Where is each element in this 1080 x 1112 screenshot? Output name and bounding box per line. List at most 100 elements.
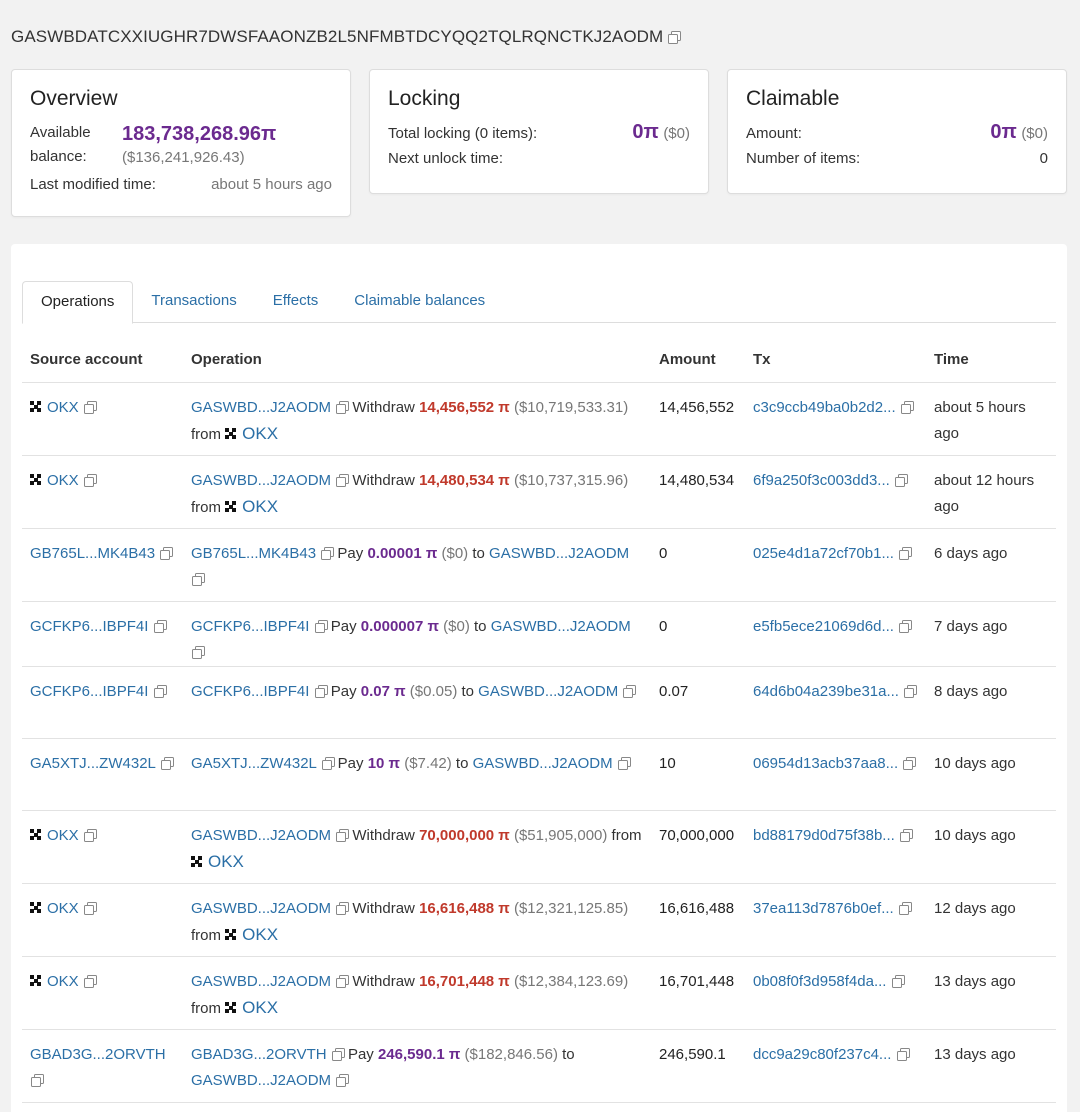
operation-target-link[interactable]: GASWBD...J2AODM [491, 618, 631, 635]
operation-account-link[interactable]: GASWBD...J2AODM [191, 827, 331, 844]
copy-icon[interactable] [153, 620, 167, 634]
copy-icon[interactable] [335, 902, 350, 916]
tab-transactions[interactable]: Transactions [133, 281, 254, 323]
operation-cell: GBAD3G...2ORVTH Pay 246,590.1 π ($182,84… [183, 1029, 651, 1103]
tx-hash-link[interactable]: dcc9a29c80f237c4... [753, 1046, 891, 1063]
copy-icon[interactable] [153, 685, 167, 699]
source-account-link[interactable]: OKX [47, 900, 79, 917]
tx-hash-link[interactable]: 06954d13acb37aa8... [753, 755, 898, 772]
copy-icon[interactable] [314, 620, 328, 634]
claimable-amount-value: 0π [990, 121, 1017, 143]
source-account-link[interactable]: GCFKP6...IBPF4I [30, 618, 148, 635]
operation-target-link[interactable]: OKX [242, 998, 278, 1017]
table-row: OKX GASWBD...J2AODM Withdraw 70,000,000 … [22, 810, 1056, 884]
tx-hash-link[interactable]: 37ea113d7876b0ef... [753, 900, 894, 917]
operation-account-link[interactable]: GCFKP6...IBPF4I [191, 618, 309, 635]
copy-icon[interactable] [335, 401, 350, 415]
copy-icon[interactable] [160, 757, 174, 771]
claimable-items-value: 0 [1039, 150, 1048, 167]
copy-icon[interactable] [617, 757, 631, 771]
copy-icon[interactable] [335, 1074, 350, 1088]
tx-hash-link[interactable]: c3c9ccb49ba0b2d2... [753, 399, 896, 416]
time-cell: 12 days ago [926, 883, 1056, 957]
source-account-cell: OKX [22, 956, 183, 1030]
tx-hash-link[interactable]: bd88179d0d75f38b... [753, 827, 895, 844]
source-account-link[interactable]: GA5XTJ...ZW432L [30, 755, 155, 772]
source-account-link[interactable]: GCFKP6...IBPF4I [30, 683, 148, 700]
time-cell: about 12 hours ago [926, 455, 1056, 529]
copy-icon[interactable] [902, 757, 917, 771]
operation-target-link[interactable]: OKX [242, 497, 278, 516]
copy-icon[interactable] [894, 474, 908, 488]
copy-icon[interactable] [314, 685, 328, 699]
copy-icon[interactable] [898, 902, 912, 916]
total-locking-usd: ($0) [663, 125, 690, 142]
copy-icon[interactable] [83, 975, 97, 989]
operation-target-link[interactable]: OKX [242, 424, 278, 443]
copy-icon[interactable] [320, 547, 335, 561]
operation-target-link[interactable]: OKX [242, 925, 278, 944]
copy-icon[interactable] [335, 474, 350, 488]
operation-amount: 16,616,488 π [419, 899, 510, 917]
copy-icon[interactable] [83, 474, 97, 488]
operation-account-link[interactable]: GASWBD...J2AODM [191, 973, 331, 990]
claimable-title: Claimable [746, 87, 840, 110]
tx-hash-link[interactable]: 025e4d1a72cf70b1... [753, 545, 894, 562]
copy-icon[interactable] [335, 975, 350, 989]
operation-target-link[interactable]: GASWBD...J2AODM [473, 755, 613, 772]
operation-target-link[interactable]: GASWBD...J2AODM [478, 683, 618, 700]
source-account-link[interactable]: GBAD3G...2ORVTH [30, 1046, 166, 1063]
copy-icon[interactable] [898, 620, 913, 634]
operation-account-link[interactable]: GCFKP6...IBPF4I [191, 683, 309, 700]
table-row: OKX GASWBD...J2AODM Withdraw 16,701,448 … [22, 956, 1056, 1030]
tab-claimable-balances[interactable]: Claimable balances [336, 281, 503, 323]
source-account-link[interactable]: OKX [47, 472, 79, 489]
operation-usd: ($10,719,533.31) [513, 398, 629, 416]
operation-connector: to [472, 544, 485, 562]
operation-target-link[interactable]: GASWBD...J2AODM [191, 1072, 331, 1089]
total-locking-value: 0π [632, 121, 659, 143]
operation-account-link[interactable]: GB765L...MK4B43 [191, 545, 316, 562]
tx-hash-link[interactable]: e5fb5ece21069d6d... [753, 618, 894, 635]
copy-icon[interactable] [159, 547, 174, 561]
copy-icon[interactable] [83, 829, 97, 843]
operation-account-link[interactable]: GBAD3G...2ORVTH [191, 1046, 327, 1063]
copy-icon[interactable] [83, 902, 97, 916]
source-account-link[interactable]: OKX [47, 827, 79, 844]
operation-target-link[interactable]: OKX [208, 852, 244, 871]
copy-icon[interactable] [335, 829, 350, 843]
copy-icon[interactable] [30, 1074, 44, 1088]
operation-account-link[interactable]: GASWBD...J2AODM [191, 472, 331, 489]
copy-icon[interactable] [896, 1048, 910, 1062]
copy-icon[interactable] [321, 757, 335, 771]
operation-account-link[interactable]: GASWBD...J2AODM [191, 399, 331, 416]
tab-effects[interactable]: Effects [255, 281, 337, 323]
tx-hash-link[interactable]: 64d6b04a239be31a... [753, 683, 899, 700]
copy-icon[interactable] [191, 646, 205, 660]
tab-operations[interactable]: Operations [22, 281, 134, 324]
copy-icon[interactable] [898, 547, 913, 561]
operation-account-link[interactable]: GASWBD...J2AODM [191, 900, 331, 917]
operation-account-link[interactable]: GA5XTJ...ZW432L [191, 755, 316, 772]
operation-amount: 16,701,448 π [419, 972, 510, 990]
copy-icon[interactable] [900, 401, 914, 415]
time-cell: 7 days ago [926, 601, 1056, 667]
copy-icon[interactable] [903, 685, 918, 699]
copy-icon[interactable] [899, 829, 913, 843]
tx-hash-link[interactable]: 0b08f0f3d958f4da... [753, 973, 886, 990]
source-account-link[interactable]: OKX [47, 973, 79, 990]
copy-icon[interactable] [83, 401, 97, 415]
copy-icon[interactable] [191, 573, 205, 587]
copy-icon[interactable] [667, 30, 682, 44]
okx-logo-icon [30, 902, 41, 914]
okx-logo-icon [225, 1002, 237, 1014]
operation-target-link[interactable]: GASWBD...J2AODM [489, 545, 629, 562]
copy-icon[interactable] [891, 975, 905, 989]
copy-icon[interactable] [331, 1048, 345, 1062]
copy-icon[interactable] [622, 685, 637, 699]
source-account-link[interactable]: OKX [47, 399, 79, 416]
table-row: GBAD3G...2ORVTH GBAD3G...2ORVTH Pay 246,… [22, 1029, 1056, 1103]
operation-usd: ($51,905,000) [513, 826, 608, 844]
source-account-link[interactable]: GB765L...MK4B43 [30, 545, 155, 562]
tx-hash-link[interactable]: 6f9a250f3c003dd3... [753, 472, 890, 489]
